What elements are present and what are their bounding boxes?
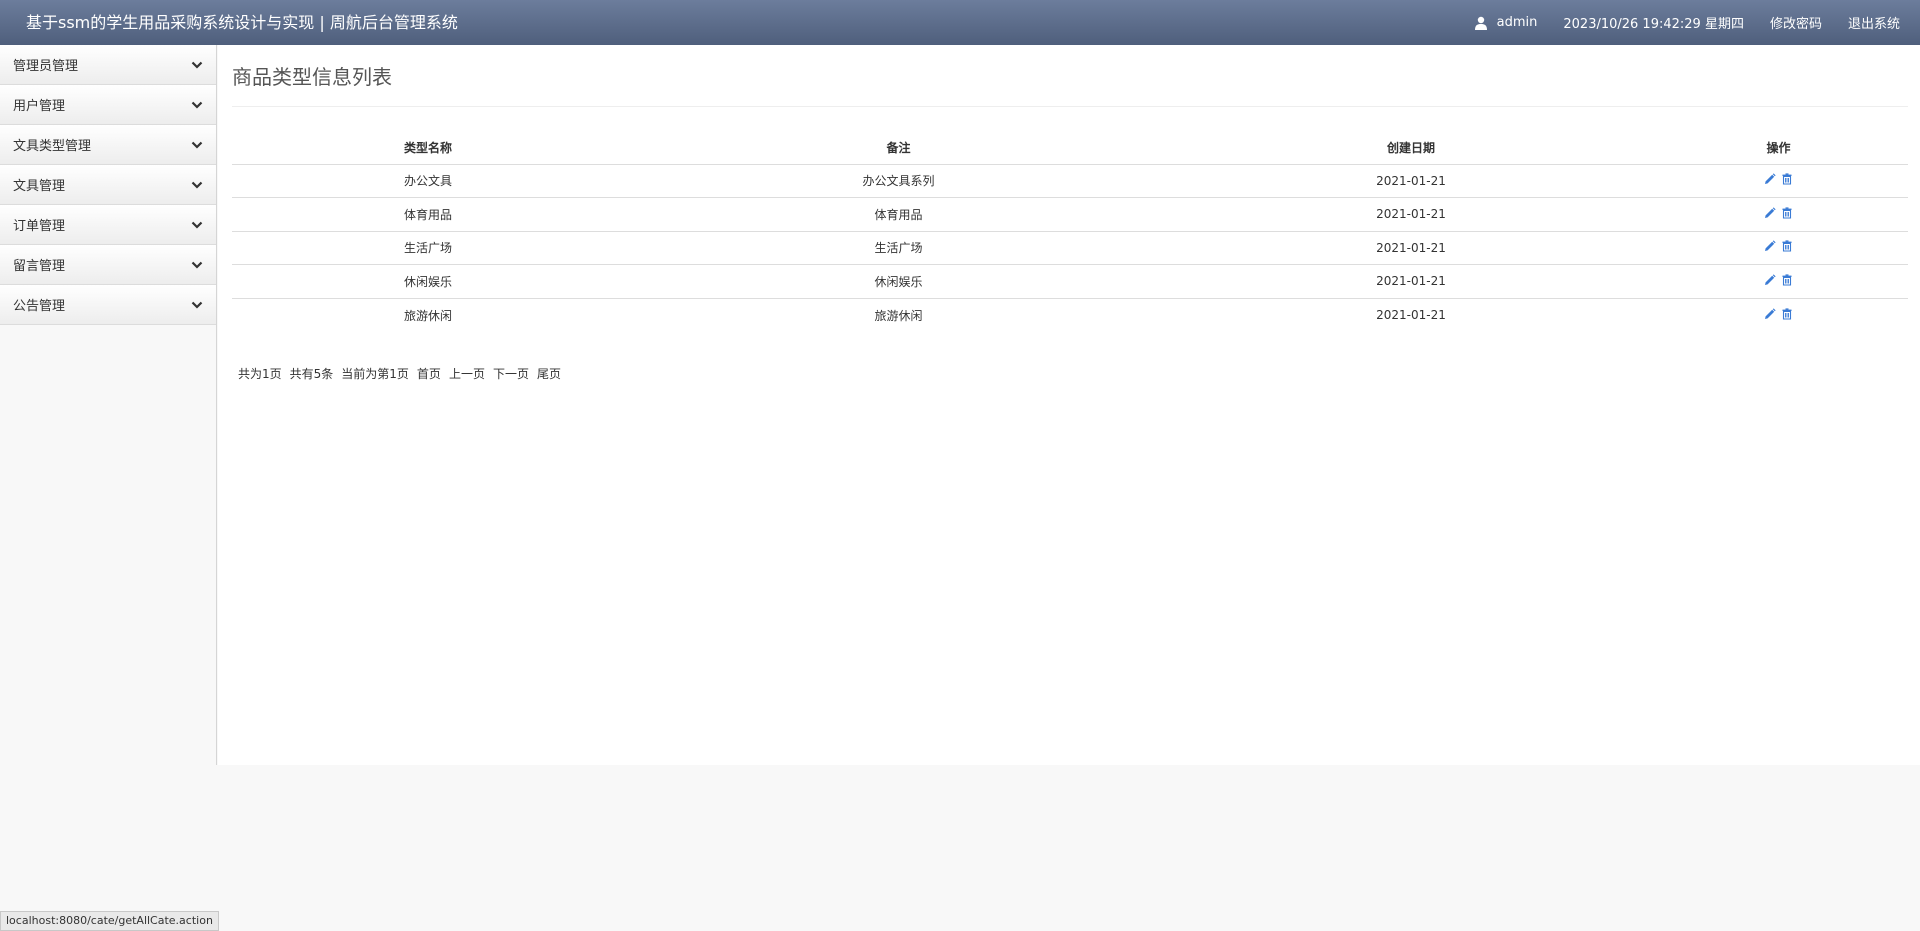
sidebar-item-label: 订单管理 [13, 219, 66, 234]
pagination: 共为1页 共有5条 当前为第1页 首页 上一页 下一页 尾页 [238, 365, 561, 382]
category-table-container: 类型名称 备注 创建日期 操作 办公文具 办公文具系列 2021-01-21 体… [232, 131, 1908, 332]
logout-link[interactable]: 退出系统 [1848, 13, 1900, 32]
sidebar-item-label: 管理员管理 [13, 59, 79, 74]
cell-created-date: 2021-01-21 [1376, 308, 1446, 322]
sidebar-item-user-management[interactable]: 用户管理 [0, 85, 216, 125]
sidebar-item-order-management[interactable]: 订单管理 [0, 205, 216, 245]
chevron-down-icon [191, 301, 203, 309]
cell-created-date: 2021-01-21 [1173, 197, 1649, 232]
table-row: 体育用品 体育用品 2021-01-21 [232, 197, 1908, 232]
sidebar-item-label: 文具类型管理 [13, 139, 92, 154]
current-user: admin [1474, 15, 1538, 30]
chevron-down-icon [191, 101, 203, 109]
column-header-actions: 操作 [1649, 131, 1908, 165]
app-title: 基于ssm的学生用品采购系统设计与实现 | 周航后台管理系统 [26, 13, 458, 32]
cell-note: 办公文具系列 [624, 164, 1173, 198]
cell-created-date: 2021-01-21 [1173, 164, 1649, 198]
table-row: 生活广场 生活广场 2021-01-21 [232, 231, 1908, 265]
pagination-total-items: 共有5条 [289, 367, 334, 381]
cell-actions [1649, 164, 1908, 198]
pagination-total-pages: 共为1页 [238, 367, 282, 381]
cell-actions [1649, 197, 1908, 232]
table-header-row: 类型名称 备注 创建日期 操作 [232, 131, 1908, 165]
trash-icon[interactable] [1781, 240, 1793, 252]
sidebar: 管理员管理 用户管理 文具类型管理 文具管理 订单管理 留言管理 公告管理 [0, 45, 217, 765]
page-title: 商品类型信息列表 [232, 65, 392, 89]
column-header-note: 备注 [624, 131, 1173, 165]
pencil-icon[interactable] [1764, 240, 1776, 252]
sidebar-item-stationery-type-management[interactable]: 文具类型管理 [0, 125, 216, 165]
pagination-first-link[interactable]: 首页 [417, 365, 441, 382]
pencil-icon[interactable] [1764, 274, 1776, 286]
cell-note: 休闲娱乐 [624, 264, 1173, 299]
column-header-type-name: 类型名称 [232, 131, 624, 165]
chevron-down-icon [191, 181, 203, 189]
cell-actions [1649, 298, 1908, 332]
title-divider [232, 106, 1908, 107]
top-header-bar: 基于ssm的学生用品采购系统设计与实现 | 周航后台管理系统 admin 202… [0, 0, 1920, 45]
trash-icon[interactable] [1781, 207, 1793, 219]
cell-type-name: 生活广场 [232, 231, 624, 265]
pagination-prev-link[interactable]: 上一页 [449, 365, 485, 382]
table-row: 休闲娱乐 休闲娱乐 2021-01-21 [232, 264, 1908, 299]
sidebar-item-label: 文具管理 [13, 179, 66, 194]
cell-note: 旅游休闲 [874, 308, 923, 323]
trash-icon[interactable] [1781, 274, 1793, 286]
chevron-down-icon [191, 141, 203, 149]
chevron-down-icon [191, 221, 203, 229]
chevron-down-icon [191, 61, 203, 69]
sidebar-item-admin-management[interactable]: 管理员管理 [0, 45, 216, 85]
sidebar-item-notice-management[interactable]: 公告管理 [0, 285, 216, 325]
cell-type-name: 体育用品 [232, 197, 624, 232]
user-icon [1474, 16, 1487, 30]
table-row: 旅游休闲 旅游休闲 2021-01-21 [232, 298, 1908, 332]
table-row: 办公文具 办公文具系列 2021-01-21 [232, 164, 1908, 198]
pencil-icon[interactable] [1764, 207, 1776, 219]
cell-type-name: 办公文具 [232, 164, 624, 198]
trash-icon[interactable] [1781, 173, 1793, 185]
pencil-icon[interactable] [1764, 307, 1776, 320]
main-content: 商品类型信息列表 类型名称 备注 创建日期 操作 办公文具 办公文具系列 202… [218, 45, 1920, 765]
sidebar-item-label: 公告管理 [13, 299, 66, 314]
trash-icon[interactable] [1781, 307, 1793, 320]
pagination-current-page: 当前为第1页 [341, 367, 409, 381]
username: admin [1496, 15, 1538, 30]
cell-type-name: 休闲娱乐 [232, 264, 624, 299]
cell-note: 生活广场 [624, 231, 1173, 265]
sidebar-item-label: 用户管理 [13, 99, 66, 114]
cell-note: 体育用品 [624, 197, 1173, 232]
browser-status-bar-url: localhost:8080/cate/getAllCate.action [0, 911, 219, 931]
change-password-link[interactable]: 修改密码 [1770, 13, 1822, 32]
pagination-next-link[interactable]: 下一页 [493, 365, 529, 382]
cell-actions [1649, 231, 1908, 265]
column-header-created-date: 创建日期 [1173, 131, 1649, 165]
cell-created-date: 2021-01-21 [1173, 264, 1649, 299]
pencil-icon[interactable] [1764, 173, 1776, 185]
pagination-last-link[interactable]: 尾页 [537, 365, 561, 382]
sidebar-item-stationery-management[interactable]: 文具管理 [0, 165, 216, 205]
cell-type-name: 旅游休闲 [403, 308, 452, 323]
cell-actions [1649, 264, 1908, 299]
category-table: 类型名称 备注 创建日期 操作 办公文具 办公文具系列 2021-01-21 体… [232, 131, 1908, 332]
cell-created-date: 2021-01-21 [1173, 231, 1649, 265]
sidebar-item-label: 留言管理 [13, 259, 66, 274]
header-datetime: 2023/10/26 19:42:29 星期四 [1563, 17, 1744, 32]
sidebar-item-message-management[interactable]: 留言管理 [0, 245, 216, 285]
header-actions: admin 2023/10/26 19:42:29 星期四 修改密码 退出系统 [1474, 0, 1900, 45]
chevron-down-icon [191, 261, 203, 269]
